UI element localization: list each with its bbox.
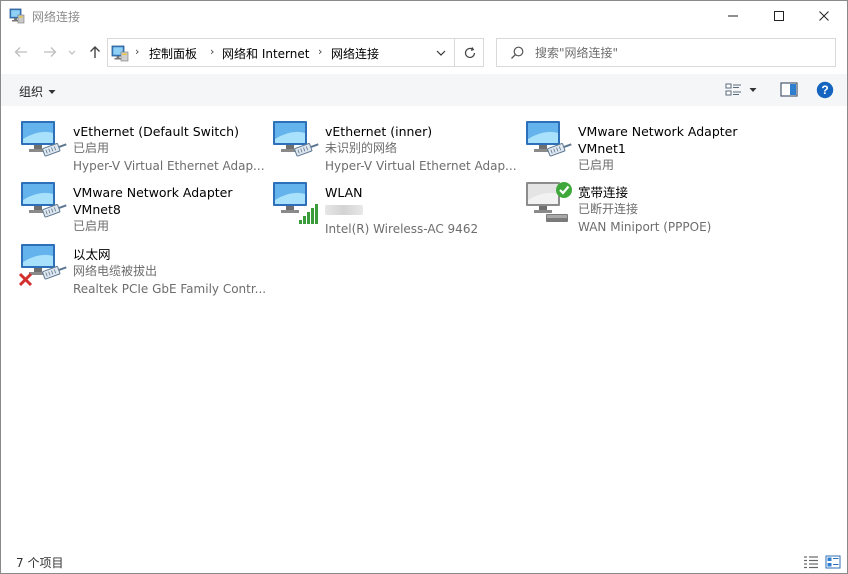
broadband-adapter-icon: [524, 176, 572, 226]
adapter-device-name: Realtek PCIe GbE Family Contr...: [73, 282, 267, 296]
adapter-device-name: Intel(R) Wireless-AC 9462: [325, 222, 479, 236]
maximize-icon: [774, 11, 784, 21]
arrow-up-icon: [90, 46, 100, 58]
connection-name-line2: VMnet1: [578, 141, 626, 156]
connection-name: VMware Network Adapter: [578, 124, 738, 139]
explorer-window: 网络连接 › 控制面板 › 网络和 Internet › 网络连接 搜索"网络连…: [0, 0, 848, 574]
forward-button[interactable]: [40, 42, 60, 62]
item-text-block: 宽带连接已断开连接 WAN Miniport (PPPOE): [578, 184, 774, 236]
svg-text:?: ?: [821, 83, 828, 97]
status-bar: 7 个项目: [1, 549, 847, 573]
items-view: vEthernet (Default Switch) 已启用 Hyper-V Vir…: [1, 107, 847, 547]
item-text-block: vEthernet (inner) 未识别的网络 Hyper-V Virtual E…: [325, 123, 521, 175]
refresh-button[interactable]: [454, 39, 484, 66]
arrow-left-icon: [14, 47, 27, 57]
search-box[interactable]: [496, 38, 836, 67]
connection-status: 已断开连接: [578, 202, 639, 216]
breadcrumb-network-connections[interactable]: 网络连接: [331, 45, 379, 62]
up-button[interactable]: [85, 42, 105, 62]
maximize-button[interactable]: [756, 1, 802, 31]
breadcrumb-network-and-internet[interactable]: 网络和 Internet: [222, 45, 309, 62]
network-connection-item[interactable]: 以太网网络电缆被拔出 Realtek PCIe GbE Family Contr.…: [18, 238, 269, 298]
adapter-device-name: Hyper-V Virtual Ethernet Adap...: [325, 159, 517, 173]
search-icon: [511, 46, 524, 59]
change-view-button[interactable]: [725, 81, 761, 99]
ethernet-adapter-icon: [19, 115, 67, 165]
address-bar[interactable]: › 控制面板 › 网络和 Internet › 网络连接: [107, 38, 484, 67]
item-text-block: VMware Network Adapter VMnet8 已启用: [73, 184, 269, 235]
view-options-icon: [725, 83, 741, 96]
item-count: 7 个项目: [16, 556, 64, 570]
wifi-adapter-icon: [271, 176, 319, 226]
connection-name: 宽带连接: [578, 185, 629, 200]
connection-name-line2: VMnet8: [73, 202, 121, 217]
network-connection-item[interactable]: vEthernet (Default Switch) 已启用 Hyper-V Vir…: [19, 115, 269, 173]
connection-status: 已启用: [73, 141, 110, 155]
item-text-block: WLAN Intel(R) Wireless-AC 9462: [325, 184, 521, 238]
ethernet-adapter-icon: [18, 238, 67, 288]
address-history-dropdown[interactable]: [427, 39, 454, 66]
arrow-right-icon: [44, 47, 57, 57]
network-connection-item[interactable]: WLAN Intel(R) Wireless-AC 9462: [271, 176, 521, 236]
item-text-block: VMware Network Adapter VMnet1 已启用: [578, 123, 774, 174]
caret-down-icon: [749, 88, 757, 92]
connection-status: [325, 201, 521, 220]
adapter-device-name: Hyper-V Virtual Ethernet Adap...: [73, 159, 265, 173]
item-text-block: 以太网网络电缆被拔出 Realtek PCIe GbE Family Contr.…: [73, 246, 269, 298]
close-icon: [819, 11, 829, 21]
back-button[interactable]: [11, 42, 31, 62]
item-text-block: vEthernet (Default Switch) 已启用 Hyper-V Vir…: [73, 123, 269, 175]
connection-status: 已启用: [578, 158, 615, 172]
connection-status: 已启用: [73, 219, 110, 233]
search-input[interactable]: [535, 45, 825, 61]
connection-name: vEthernet (inner): [325, 124, 433, 139]
connection-name: vEthernet (Default Switch): [73, 124, 239, 139]
breadcrumb-separator[interactable]: ›: [318, 45, 322, 58]
preview-pane-icon[interactable]: [779, 81, 799, 99]
control-panel-icon: [111, 45, 129, 62]
network-connection-item[interactable]: vEthernet (inner) 未识别的网络 Hyper-V Virtual E…: [271, 115, 521, 173]
chevron-down-icon: [436, 50, 445, 56]
caret-down-icon: [48, 89, 56, 94]
organize-menu-button[interactable]: 组织: [19, 83, 56, 100]
navigation-bar: › 控制面板 › 网络和 Internet › 网络连接: [1, 34, 847, 70]
minimize-button[interactable]: [710, 1, 756, 31]
connection-status: 网络电缆被拔出: [73, 264, 158, 278]
help-icon[interactable]: ?: [816, 81, 834, 99]
organize-label: 组织: [19, 85, 44, 99]
network-connection-item[interactable]: VMware Network Adapter VMnet8 已启用: [19, 176, 269, 234]
ethernet-adapter-icon: [271, 115, 319, 165]
network-connection-item[interactable]: 宽带连接已断开连接 WAN Miniport (PPPOE): [524, 176, 774, 234]
close-button[interactable]: [801, 1, 847, 31]
breadcrumb-separator[interactable]: ›: [135, 45, 139, 58]
refresh-icon: [464, 46, 475, 58]
breadcrumb-control-panel[interactable]: 控制面板: [149, 45, 197, 62]
command-bar: 组织 ?: [1, 74, 847, 106]
redacted-network-name: [325, 205, 363, 215]
connection-name: WLAN: [325, 185, 363, 200]
recent-locations-button[interactable]: [65, 42, 79, 62]
network-connections-icon: [9, 8, 25, 24]
chevron-down-icon: [68, 50, 76, 55]
details-view-icon[interactable]: [803, 555, 819, 569]
connection-status: 未识别的网络: [325, 141, 398, 155]
ethernet-adapter-icon: [19, 176, 67, 226]
connection-name: 以太网: [73, 247, 111, 262]
adapter-device-name: WAN Miniport (PPPOE): [578, 220, 712, 234]
large-icons-view-icon[interactable]: [825, 555, 841, 569]
minimize-icon: [728, 15, 738, 17]
connection-name: VMware Network Adapter: [73, 185, 233, 200]
title-bar[interactable]: 网络连接: [1, 1, 847, 31]
ethernet-adapter-icon: [524, 115, 572, 165]
window-title: 网络连接: [32, 10, 81, 24]
network-connection-item[interactable]: VMware Network Adapter VMnet1 已启用: [524, 115, 774, 173]
breadcrumb-separator[interactable]: ›: [210, 45, 214, 58]
